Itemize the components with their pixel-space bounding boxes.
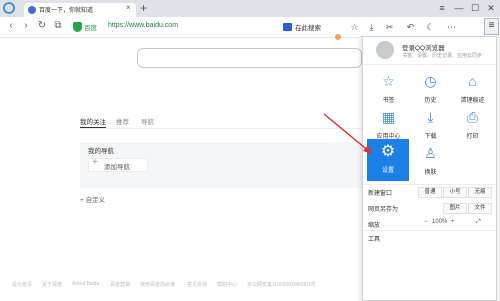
- footer-link[interactable]: 百度营销: [110, 281, 130, 288]
- new-tab-button[interactable]: +: [140, 1, 147, 15]
- browser-logo-icon[interactable]: [3, 2, 15, 14]
- my-navigation-title: 我的导航: [88, 148, 114, 155]
- tools-menu-item[interactable]: 工具: [368, 234, 380, 243]
- menu-item-label: 换肤: [424, 170, 437, 176]
- new-window-small-button[interactable]: 小号: [443, 187, 467, 198]
- main-menu-button[interactable]: ≡: [484, 18, 499, 35]
- forward-button[interactable]: ›: [20, 19, 32, 33]
- zoom-out-button[interactable]: −: [424, 219, 428, 225]
- menu-bookmarks[interactable]: ☆ 书签: [366, 70, 411, 110]
- footer-link[interactable]: 关于百度: [42, 281, 62, 288]
- menu-item-label: 打印: [466, 134, 479, 140]
- cut-icon[interactable]: ✂: [383, 19, 396, 35]
- night-mode-icon[interactable]: ☾: [424, 19, 437, 35]
- reload-button[interactable]: ↻: [36, 19, 48, 33]
- menu-clear-traces[interactable]: ⌂ 清理痕迹: [450, 70, 495, 110]
- footer-link[interactable]: 意见反馈: [187, 281, 207, 288]
- tab-close-button[interactable]: ×: [126, 3, 131, 12]
- footer-link[interactable]: About Baidu: [72, 281, 99, 287]
- save-as-label: 网页另存为: [368, 207, 399, 213]
- plus-icon: +: [92, 157, 98, 168]
- zoom-value: 100%: [432, 219, 448, 225]
- menu-item-label: 设置: [381, 168, 394, 174]
- footer-link[interactable]: 京公网安备11000002000001号: [247, 281, 316, 288]
- shirt-icon: ♙: [424, 145, 437, 161]
- back-button[interactable]: ‹: [5, 19, 17, 33]
- menu-divider: [363, 64, 496, 65]
- url-text[interactable]: https://www.baidu.com: [108, 22, 178, 29]
- menu-divider: [363, 230, 496, 231]
- menu-item-label: 历史: [424, 98, 437, 104]
- baidu-search-input[interactable]: [137, 48, 362, 68]
- menu-history[interactable]: ◷ 历史: [408, 70, 453, 110]
- broom-icon: ⌂: [468, 73, 477, 89]
- minimize-button[interactable]: —: [451, 0, 467, 17]
- footer-link[interactable]: 帮助中心: [217, 281, 237, 288]
- zoom-label: 缩放: [368, 223, 381, 229]
- reader-icon[interactable]: ⧉: [52, 19, 64, 33]
- menu-downloads[interactable]: ⤓ 下载: [408, 106, 453, 146]
- login-subtitle: 书签、设置、历史记录、应用云同步: [402, 53, 483, 59]
- menu-skin[interactable]: ♙ 换肤: [408, 142, 453, 182]
- customize-link[interactable]: + 自定义: [80, 194, 105, 204]
- footer-link[interactable]: 设为首页: [12, 281, 32, 288]
- add-navigation-label: 添加导航: [104, 164, 130, 171]
- search-engine-icon[interactable]: [283, 23, 292, 31]
- bookmark-star-icon[interactable]: ☆: [348, 19, 361, 35]
- tab-my-follow[interactable]: 我的关注: [80, 116, 106, 128]
- window-menu-button[interactable]: ≡: [434, 0, 450, 17]
- annotation-arrow: [323, 113, 372, 154]
- download-icon[interactable]: ⤓: [365, 19, 378, 35]
- tab-baidu[interactable]: 百度一下，你就知道 ×: [24, 3, 136, 17]
- undo-icon[interactable]: ↶: [404, 19, 417, 35]
- new-window-incognito-button[interactable]: 无痕: [468, 187, 492, 198]
- clock-icon: ◷: [424, 73, 437, 89]
- secure-shield-icon: [73, 22, 82, 32]
- notification-dot: [335, 34, 341, 40]
- zoom-in-button[interactable]: +: [451, 219, 455, 225]
- new-window-label: 新建窗口: [368, 191, 393, 197]
- more-icon[interactable]: ⋯: [445, 19, 458, 35]
- menu-divider: [363, 184, 496, 185]
- menu-print[interactable]: ⎙ 打印: [450, 106, 495, 146]
- secure-site-label: 百度: [84, 25, 97, 32]
- tab-recommend[interactable]: 推荐: [116, 116, 129, 126]
- star-icon: ☆: [382, 73, 395, 89]
- menu-item-label: 书签: [382, 98, 395, 104]
- close-window-button[interactable]: ✕: [483, 0, 499, 17]
- new-window-normal-button[interactable]: 普通: [418, 187, 442, 198]
- fullscreen-icon[interactable]: ⤢: [476, 219, 481, 226]
- login-title[interactable]: 登录QQ浏览器: [402, 42, 445, 52]
- maximize-button[interactable]: ☐: [467, 0, 483, 17]
- menu-item-label: 清理痕迹: [460, 98, 485, 104]
- baidu-favicon-icon: [28, 6, 36, 14]
- footer-link[interactable]: 使用百度前必读: [140, 281, 175, 288]
- avatar[interactable]: [376, 41, 394, 59]
- search-here-input[interactable]: 在此搜索: [295, 22, 321, 32]
- save-as-image-button[interactable]: 图片: [443, 203, 467, 214]
- menu-item-label: 下载: [424, 134, 437, 140]
- tab-title: 百度一下，你就知道: [39, 8, 94, 14]
- tab-navigation[interactable]: 导航: [141, 116, 154, 126]
- download-icon: ⤓: [427, 109, 434, 125]
- save-as-file-button[interactable]: 文件: [468, 203, 492, 214]
- printer-icon: ⎙: [466, 109, 479, 125]
